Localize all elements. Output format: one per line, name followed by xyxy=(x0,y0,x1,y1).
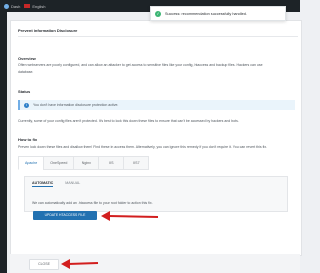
toast-message: Success: recommendation successfully han… xyxy=(165,11,247,16)
overview-heading: Overview xyxy=(18,56,36,61)
flag-icon xyxy=(24,4,31,8)
success-toast: ✓ Success: recommendation successfully h… xyxy=(150,6,286,21)
status-notice-text: You don't have information disclosure pr… xyxy=(33,102,119,107)
checkmark-icon: ✓ xyxy=(155,10,161,17)
tab-apache[interactable]: Apache xyxy=(18,156,44,170)
automatic-description: We can automatically add an .htaccess fi… xyxy=(32,201,153,205)
tab-iis[interactable]: IIS xyxy=(98,156,124,170)
howto-text: Preven lock down these files and disallo… xyxy=(18,145,268,149)
tab-nginx[interactable]: Nginx xyxy=(73,156,99,170)
dashboard-icon xyxy=(4,3,9,9)
update-htaccess-button[interactable]: UPDATE HTACCESS FILE xyxy=(33,211,97,220)
overview-text-2: database. xyxy=(18,70,34,74)
status-text: Currently, some of your config files are… xyxy=(18,119,239,123)
admin-bar-item-1: Dash xyxy=(11,3,21,9)
admin-sidebar xyxy=(0,12,7,273)
tab-manual[interactable]: MANUAL xyxy=(65,181,80,187)
admin-bar-language[interactable]: English xyxy=(24,4,45,9)
tab-iis7[interactable]: IIS7 xyxy=(123,156,150,170)
title-divider xyxy=(18,36,298,37)
tab-automatic[interactable]: AUTOMATIC xyxy=(32,181,54,187)
red-arrow-icon xyxy=(61,259,99,269)
admin-bar-dashboard[interactable]: Dash xyxy=(4,3,21,9)
status-notice: i You don't have information disclosure … xyxy=(18,100,295,110)
admin-bar-item-2: English xyxy=(32,3,46,9)
panel-title: Prevent information Disclosure xyxy=(18,28,78,33)
server-tabs: Apache OneSpeed Nginx IIS IIS7 xyxy=(18,156,150,170)
close-button[interactable]: CLOSE xyxy=(29,259,59,270)
howto-heading: How to fix xyxy=(18,137,38,142)
tab-onespeed[interactable]: OneSpeed xyxy=(43,156,74,170)
status-heading: Status xyxy=(18,89,31,94)
overview-text-1: Often webservers are poorly configured, … xyxy=(18,63,263,67)
mode-tabs: AUTOMATIC MANUAL xyxy=(32,181,92,187)
info-icon: i xyxy=(24,102,29,108)
red-arrow-icon xyxy=(101,211,159,221)
